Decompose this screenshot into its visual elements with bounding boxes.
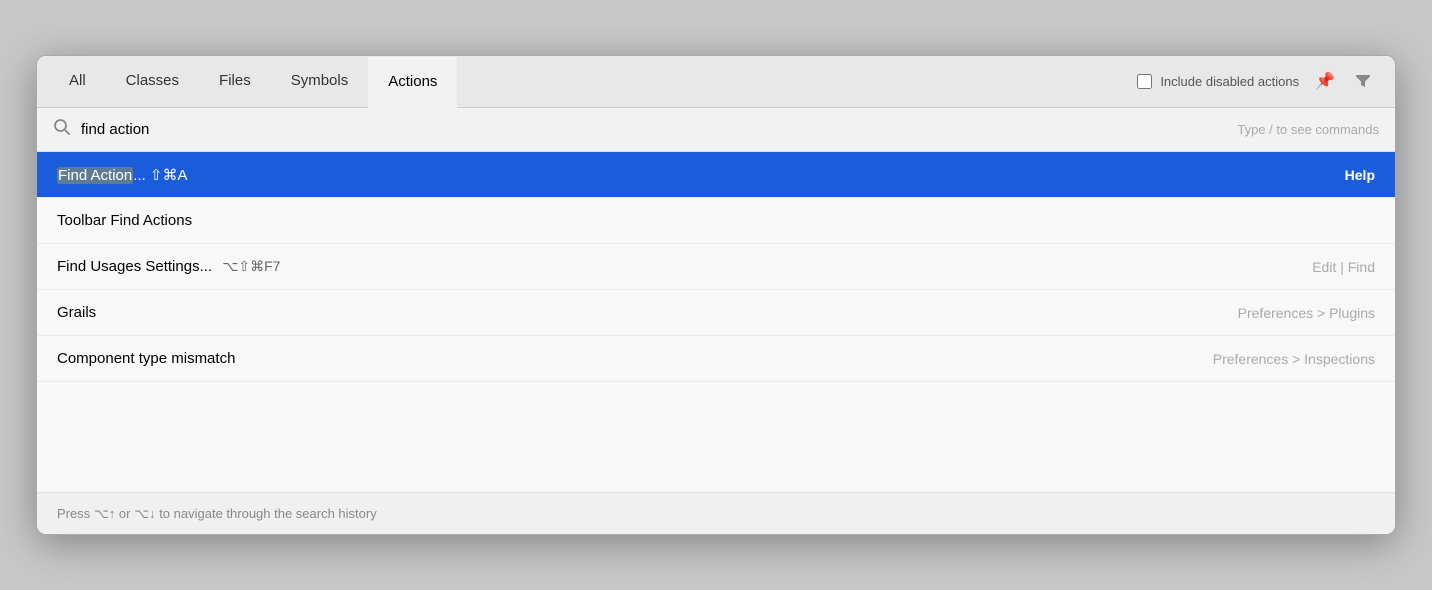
tab-bar: All Classes Files Symbols Actions Includ… (37, 56, 1395, 108)
item-shortcut: ⌥⇧⌘F7 (222, 258, 280, 274)
item-left: Find Action... ⇧⌘A (57, 166, 187, 184)
item-name: Component type mismatch (57, 350, 235, 367)
tab-classes[interactable]: Classes (106, 56, 199, 107)
filter-icon[interactable] (1351, 68, 1375, 96)
result-item-find-action[interactable]: Find Action... ⇧⌘A Help (37, 152, 1395, 198)
item-name-highlight: Find Action (57, 167, 133, 184)
include-disabled-checkbox[interactable] (1137, 74, 1152, 89)
item-name: Find Usages Settings... ⌥⇧⌘F7 (57, 258, 280, 275)
item-name: Find Action... ⇧⌘A (57, 166, 187, 184)
tab-actions[interactable]: Actions (368, 57, 457, 108)
find-action-window: All Classes Files Symbols Actions Includ… (36, 55, 1396, 535)
item-category: Preferences > Plugins (1238, 305, 1375, 321)
result-empty-area (37, 382, 1395, 492)
item-category: Edit | Find (1312, 259, 1375, 275)
search-hint: Type / to see commands (1237, 122, 1379, 137)
item-name: Toolbar Find Actions (57, 212, 192, 229)
include-disabled-label[interactable]: Include disabled actions (1137, 74, 1299, 89)
status-text: Press ⌥↑ or ⌥↓ to navigate through the s… (57, 506, 377, 522)
status-bar: Press ⌥↑ or ⌥↓ to navigate through the s… (37, 492, 1395, 534)
result-item-component-mismatch[interactable]: Component type mismatch Preferences > In… (37, 336, 1395, 382)
tab-right-controls: Include disabled actions 📌 (1137, 56, 1383, 107)
tab-files[interactable]: Files (199, 56, 271, 107)
result-item-toolbar[interactable]: Toolbar Find Actions (37, 198, 1395, 244)
tab-all[interactable]: All (49, 56, 106, 107)
item-category: Help (1345, 167, 1375, 183)
pin-icon[interactable]: 📌 (1311, 70, 1339, 94)
result-item-find-usages[interactable]: Find Usages Settings... ⌥⇧⌘F7 Edit | Fin… (37, 244, 1395, 290)
tab-symbols[interactable]: Symbols (271, 56, 369, 107)
result-list: Find Action... ⇧⌘A Help Toolbar Find Act… (37, 152, 1395, 492)
item-category: Preferences > Inspections (1213, 351, 1375, 367)
result-item-grails[interactable]: Grails Preferences > Plugins (37, 290, 1395, 336)
search-bar: Type / to see commands (37, 108, 1395, 152)
search-input[interactable] (81, 121, 1227, 138)
search-icon (53, 118, 71, 141)
item-name: Grails (57, 304, 96, 321)
